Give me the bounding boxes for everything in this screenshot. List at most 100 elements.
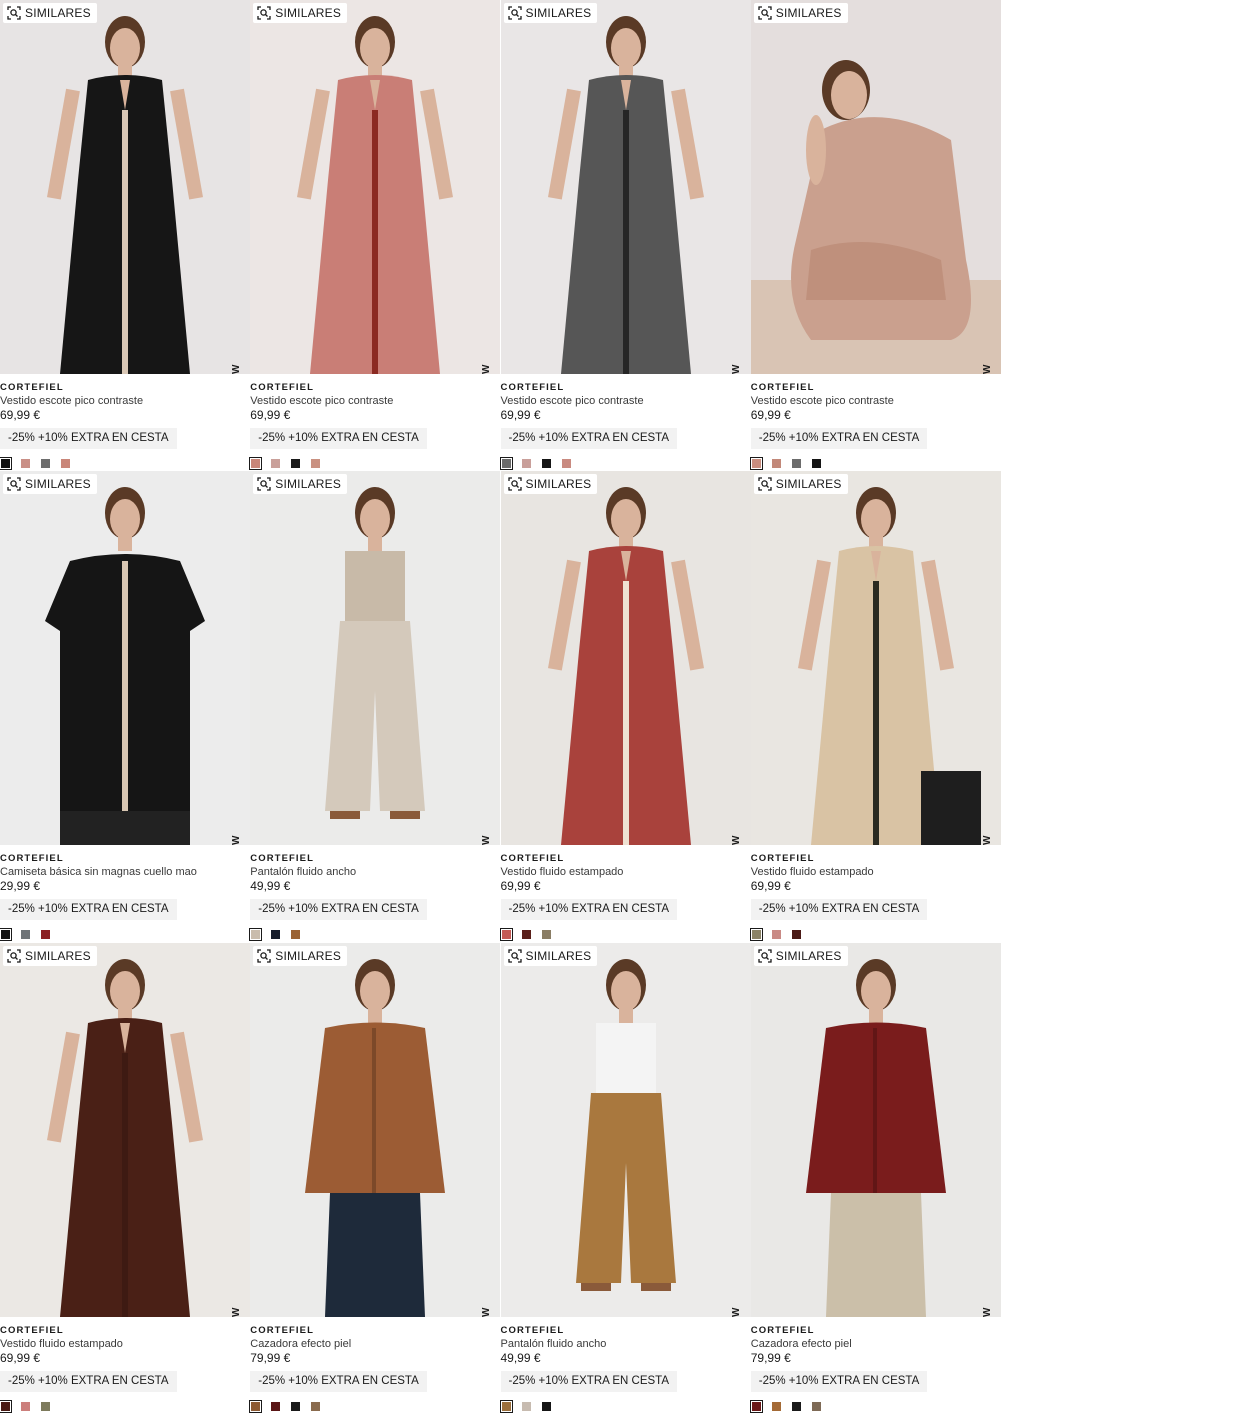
similares-button[interactable]: SIMILARES bbox=[753, 474, 848, 495]
color-swatch[interactable] bbox=[249, 457, 263, 470]
product-card[interactable]: SIMILARES NEW CORTEFIEL Cazadora efecto pie… bbox=[249, 942, 501, 1414]
product-name[interactable]: Vestido escote pico contraste bbox=[0, 395, 143, 407]
color-swatch[interactable] bbox=[521, 930, 531, 940]
color-swatch[interactable] bbox=[521, 1401, 531, 1411]
color-swatch[interactable] bbox=[311, 459, 321, 468]
color-swatch[interactable] bbox=[561, 459, 571, 468]
similares-label: SIMILARES bbox=[775, 477, 842, 492]
similares-button[interactable]: SIMILARES bbox=[503, 474, 598, 495]
color-swatch[interactable] bbox=[41, 930, 50, 940]
color-swatch[interactable] bbox=[291, 930, 301, 940]
color-swatch[interactable] bbox=[811, 1401, 821, 1411]
color-swatch[interactable] bbox=[249, 1399, 263, 1413]
color-swatch[interactable] bbox=[791, 1401, 801, 1411]
product-image[interactable]: SIMILARES NEW bbox=[500, 0, 751, 374]
color-swatch[interactable] bbox=[499, 1399, 513, 1413]
product-image[interactable]: SIMILARES NEW bbox=[750, 942, 1001, 1317]
product-card[interactable]: SIMILARES NEW CORTEFIEL Vestido escote pico… bbox=[499, 0, 751, 471]
similares-button[interactable]: SIMILARES bbox=[3, 3, 97, 23]
product-card[interactable]: SIMILARES NEW CORTEFIEL Vestido escote pico… bbox=[0, 0, 250, 471]
product-image[interactable]: SIMILARES NEW bbox=[0, 0, 250, 374]
color-swatch[interactable] bbox=[811, 459, 821, 468]
similares-button[interactable]: SIMILARES bbox=[253, 945, 348, 966]
product-image[interactable]: SIMILARES NEW bbox=[500, 471, 751, 846]
product-name[interactable]: Pantalón fluido ancho bbox=[250, 866, 356, 878]
product-card[interactable]: SIMILARES NEW CORTEFIELCamiseta básica sin… bbox=[0, 471, 250, 942]
product-name[interactable]: Vestido fluido estampado bbox=[751, 866, 874, 878]
similares-label: SIMILARES bbox=[775, 6, 842, 20]
product-brand: CORTEFIEL bbox=[500, 382, 565, 393]
product-image[interactable]: SIMILARES NEW bbox=[250, 0, 501, 374]
product-name[interactable]: Pantalón fluido ancho bbox=[501, 1338, 607, 1350]
product-name[interactable]: Vestido fluido estampado bbox=[0, 1338, 123, 1350]
product-price: 69,99 € bbox=[0, 1350, 41, 1365]
color-swatch[interactable] bbox=[541, 930, 551, 940]
similares-button[interactable]: SIMILARES bbox=[753, 945, 848, 966]
color-swatches bbox=[0, 1399, 50, 1413]
color-swatch[interactable] bbox=[291, 459, 301, 468]
product-image[interactable]: SIMILARES NEW bbox=[500, 942, 751, 1317]
color-swatch[interactable] bbox=[499, 928, 513, 942]
promo-badge: -25% +10% EXTRA EN CESTA bbox=[750, 428, 928, 449]
product-name[interactable]: Vestido escote pico contraste bbox=[501, 395, 644, 407]
color-swatch[interactable] bbox=[499, 457, 513, 470]
product-image[interactable]: SIMILARES NEW bbox=[250, 471, 501, 846]
product-name[interactable]: Cazadora efecto piel bbox=[751, 1338, 852, 1350]
color-swatch[interactable] bbox=[21, 1401, 30, 1411]
color-swatch[interactable] bbox=[41, 1401, 50, 1411]
similares-button[interactable]: SIMILARES bbox=[3, 945, 97, 966]
color-swatch[interactable] bbox=[41, 459, 50, 468]
color-swatch[interactable] bbox=[791, 459, 801, 468]
product-price: 69,99 € bbox=[750, 879, 791, 894]
product-card[interactable]: SIMILARES NEW CORTEFIEL Vestido escote pico… bbox=[749, 0, 1001, 471]
new-badge: NEW bbox=[481, 1307, 492, 1317]
product-image[interactable]: SIMILARES NEW bbox=[250, 942, 501, 1317]
product-name[interactable]: Camiseta básica sin magnas cuello mao bbox=[0, 866, 197, 878]
color-swatch[interactable] bbox=[791, 930, 801, 940]
product-card[interactable]: SIMILARESNEWCORTEFIELPantalón fluido anc… bbox=[499, 942, 751, 1414]
product-name[interactable]: Vestido escote pico contraste bbox=[250, 395, 393, 407]
color-swatch[interactable] bbox=[749, 928, 763, 942]
color-swatch[interactable] bbox=[21, 930, 30, 940]
similares-button[interactable]: SIMILARES bbox=[3, 474, 97, 495]
color-swatch[interactable] bbox=[291, 1401, 301, 1411]
color-swatch[interactable] bbox=[311, 1401, 321, 1411]
product-card[interactable]: SIMILARESNEWCORTEFIELVestido fluido esta… bbox=[0, 942, 250, 1414]
product-image[interactable]: SIMILARES NEW bbox=[750, 471, 1001, 846]
similares-label: SIMILARES bbox=[275, 948, 342, 963]
similares-button[interactable]: SIMILARES bbox=[753, 3, 848, 23]
visual-search-icon bbox=[257, 948, 271, 963]
product-card[interactable]: SIMILARESNEWCORTEFIELPantalón fluido anc… bbox=[249, 471, 501, 942]
color-swatch[interactable] bbox=[771, 1401, 781, 1411]
color-swatch[interactable] bbox=[249, 928, 263, 942]
color-swatch[interactable] bbox=[541, 1401, 551, 1411]
color-swatch[interactable] bbox=[521, 459, 531, 468]
product-card[interactable]: SIMILARES NEW CORTEFIEL Cazadora efecto pie… bbox=[749, 942, 1001, 1414]
product-image[interactable]: SIMILARES NEW bbox=[0, 471, 250, 846]
color-swatch[interactable] bbox=[271, 930, 281, 940]
similares-button[interactable]: SIMILARES bbox=[503, 3, 598, 23]
similares-button[interactable]: SIMILARES bbox=[253, 474, 348, 495]
similares-button[interactable]: SIMILARES bbox=[503, 945, 598, 966]
color-swatch[interactable] bbox=[0, 457, 12, 470]
product-card[interactable]: SIMILARES NEW CORTEFIEL Vestido escote pico… bbox=[249, 0, 501, 471]
color-swatch[interactable] bbox=[61, 459, 70, 468]
similares-button[interactable]: SIMILARES bbox=[253, 3, 348, 23]
product-image[interactable]: SIMILARES NEW bbox=[0, 942, 250, 1317]
color-swatch[interactable] bbox=[0, 1399, 12, 1413]
color-swatch[interactable] bbox=[0, 928, 12, 942]
color-swatch[interactable] bbox=[271, 1401, 281, 1411]
color-swatch[interactable] bbox=[271, 459, 281, 468]
product-card[interactable]: SIMILARESNEWCORTEFIELVestido fluido esta… bbox=[749, 471, 1001, 942]
color-swatch[interactable] bbox=[21, 459, 30, 468]
product-name[interactable]: Cazadora efecto piel bbox=[250, 1338, 351, 1350]
color-swatch[interactable] bbox=[749, 1399, 763, 1413]
product-name[interactable]: Vestido fluido estampado bbox=[501, 866, 624, 878]
product-image[interactable]: SIMILARES NEW bbox=[750, 0, 1001, 374]
color-swatch[interactable] bbox=[541, 459, 551, 468]
product-card[interactable]: SIMILARESNEWCORTEFIELVestido fluido esta… bbox=[499, 471, 751, 942]
color-swatch[interactable] bbox=[771, 930, 781, 940]
color-swatch[interactable] bbox=[771, 459, 781, 468]
product-name[interactable]: Vestido escote pico contraste bbox=[751, 395, 894, 407]
color-swatch[interactable] bbox=[749, 457, 763, 470]
